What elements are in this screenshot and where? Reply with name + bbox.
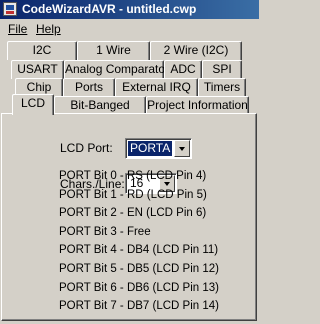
lcd-port-select[interactable]: PORTA — [125, 138, 192, 159]
window-title: CodeWizardAVR - untitled.cwp — [22, 2, 197, 16]
tab-label: Chip — [26, 80, 52, 94]
tab-adc[interactable]: ADC — [164, 60, 202, 79]
chevron-down-icon — [179, 147, 185, 151]
lcd-port-dropdown-button[interactable] — [174, 140, 190, 157]
tab-analog-comparator[interactable]: Analog Comparator — [64, 60, 169, 79]
pin-assignment-line: PORT Bit 0 - RS (LCD Pin 4) — [59, 170, 207, 182]
tab-label: ADC — [170, 62, 196, 76]
menu-help[interactable]: Help — [36, 22, 61, 36]
tab-label: USART — [17, 62, 58, 76]
chevron-down-icon — [164, 182, 170, 186]
tab-usart[interactable]: USART — [11, 60, 64, 79]
tab-label: Analog Comparator — [65, 62, 170, 76]
pin-assignment-line: PORT Bit 4 - DB4 (LCD Pin 11) — [59, 244, 219, 257]
pin-assignment-line: PORT Bit 1 - RD (LCD Pin 5) — [59, 188, 207, 201]
tab-i2c[interactable]: I2C — [7, 41, 77, 60]
pin-assignment-line: PORT Bit 5 - DB5 (LCD Pin 12) — [59, 263, 219, 275]
tab-label: 1 Wire — [96, 43, 131, 57]
tab-label: Project Information — [147, 98, 248, 112]
title-bar[interactable]: CodeWizardAVR - untitled.cwp — [0, 0, 259, 19]
tab-label: Timers — [203, 80, 241, 94]
lcd-port-value: PORTA — [126, 140, 174, 157]
tab-label: Bit-Banged — [70, 98, 130, 112]
tab-label: 2 Wire (I2C) — [163, 43, 229, 57]
lcd-port-label: LCD Port: — [60, 141, 113, 155]
tab-label: I2C — [32, 43, 52, 57]
tab-timers[interactable]: Timers — [198, 78, 246, 97]
codewizard-window: CodeWizardAVR - untitled.cwp File Help I… — [0, 0, 259, 324]
pin-assignment-line: PORT Bit 3 - Free — [59, 225, 151, 238]
tab-label: LCD — [20, 96, 45, 110]
tab-spi[interactable]: SPI — [202, 60, 242, 79]
menu-bar: File Help — [0, 19, 259, 38]
tab-label: SPI — [212, 62, 232, 76]
tab-2-wire-i2c[interactable]: 2 Wire (I2C) — [150, 41, 242, 60]
tab-ports[interactable]: Ports — [63, 78, 115, 97]
tab-lcd[interactable]: LCD — [12, 94, 54, 115]
pin-assignment-line: PORT Bit 7 - DB7 (LCD Pin 14) — [59, 300, 219, 313]
tab-external-irq[interactable]: External IRQ — [115, 78, 198, 97]
tab-1-wire[interactable]: 1 Wire — [77, 41, 150, 60]
tab-label: External IRQ — [122, 80, 191, 94]
pin-assignment-line: PORT Bit 2 - EN (LCD Pin 6) — [59, 207, 207, 220]
menu-file[interactable]: File — [8, 22, 27, 36]
pin-assignment-line: PORT Bit 6 - DB6 (LCD Pin 13) — [59, 281, 219, 294]
codewizard-app-icon[interactable] — [3, 2, 17, 16]
menu-help-label: Help — [36, 22, 61, 36]
menu-file-label: File — [8, 22, 28, 36]
tab-label: Ports — [74, 80, 103, 94]
